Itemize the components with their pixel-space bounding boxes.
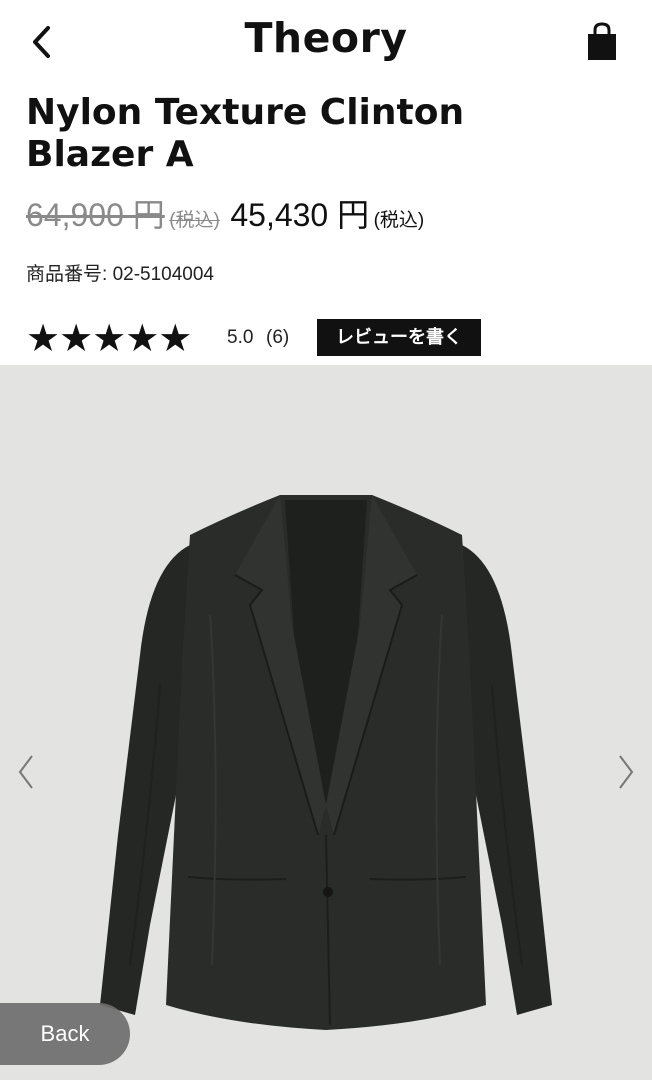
- rating-count[interactable]: (6): [266, 327, 289, 349]
- sale-price: 45,430 円: [230, 197, 370, 233]
- product-number-value: 02-5104004: [112, 264, 214, 285]
- back-button[interactable]: Back: [0, 1003, 130, 1065]
- rating-row: ★★★★★ 5.0 (6) レビューを書く: [26, 318, 626, 358]
- product-title-line2: Blazer A: [26, 134, 194, 175]
- rating-stars-icon[interactable]: ★★★★★: [26, 318, 192, 358]
- rating-value: 5.0: [227, 327, 254, 348]
- shopping-bag-icon[interactable]: [584, 22, 620, 62]
- product-image-gallery[interactable]: [0, 365, 652, 1080]
- write-review-button[interactable]: レビューを書く: [317, 319, 481, 356]
- sale-price-tax: (税込): [373, 210, 425, 231]
- product-title-line1: Nylon Texture Clinton: [26, 92, 465, 133]
- previous-image-arrow-icon[interactable]: [12, 750, 42, 794]
- product-title: Nylon Texture Clinton Blazer A: [26, 92, 626, 176]
- original-price: 64,900 円: [26, 197, 165, 233]
- product-number: 商品番号: 02-5104004: [26, 259, 214, 286]
- original-price-tax: (税込): [169, 210, 220, 231]
- brand-logo[interactable]: Theory: [0, 14, 652, 62]
- product-number-label: 商品番号:: [26, 264, 113, 285]
- price-row: 64,900 円 (税込) 45,430 円 (税込): [26, 190, 425, 233]
- top-header: Theory: [0, 0, 652, 84]
- next-image-arrow-icon[interactable]: [610, 750, 640, 794]
- product-image: [100, 495, 552, 1030]
